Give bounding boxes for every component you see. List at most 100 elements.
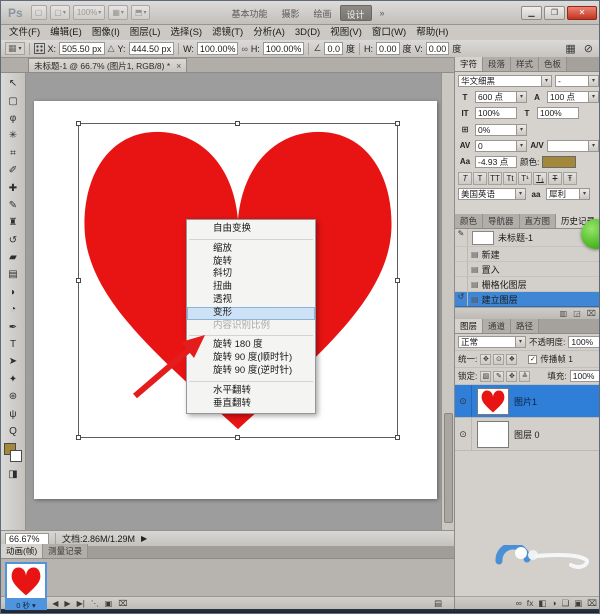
clone-stamp-tool[interactable]: ♜ — [4, 214, 23, 231]
panel-tab[interactable]: 测量记录 — [43, 544, 88, 558]
canvas-scrollbar[interactable] — [441, 73, 454, 530]
delete-state-icon[interactable]: ⌧ — [587, 309, 596, 318]
link-layers-icon[interactable]: ∞ — [516, 598, 522, 608]
context-menu-item[interactable]: 变形 — [187, 307, 315, 320]
context-menu-item[interactable]: 斜切 — [187, 268, 315, 281]
history-state-row[interactable]: ▤ 栅格化图层 — [455, 277, 600, 292]
propagate-checkbox[interactable]: ✓ — [528, 355, 537, 364]
leading-field[interactable]: 100 点 — [547, 91, 589, 103]
layer-row[interactable]: ⊙ 图层 0 — [455, 418, 600, 451]
visibility-eye-icon[interactable]: ⊙ — [455, 418, 472, 450]
history-brush-source-icon[interactable] — [455, 277, 468, 291]
underline-button[interactable]: T — [548, 172, 562, 185]
panel-tab[interactable]: 导航器 — [483, 214, 520, 228]
animation-frame-thumbnail[interactable] — [5, 562, 47, 600]
tsume-field[interactable]: 0% — [475, 124, 517, 136]
panel-tab[interactable]: 图层 — [455, 319, 483, 333]
font-style-select[interactable]: - — [555, 75, 589, 87]
convert-to-timeline-icon[interactable]: ▤ — [434, 598, 442, 609]
app-bar-button[interactable]: ▢▾ — [50, 5, 70, 20]
tracking-field[interactable]: 0 — [475, 140, 517, 152]
quick-selection-tool[interactable]: ✳ — [4, 127, 23, 144]
chevron-down-icon[interactable]: ▾ — [589, 91, 599, 103]
all-caps-button[interactable]: TT — [488, 172, 502, 185]
vskew-field[interactable]: 0.00 — [426, 42, 450, 55]
menu-item[interactable]: 图像(I) — [87, 25, 125, 40]
adjustment-layer-icon[interactable]: ◑ — [551, 598, 556, 608]
app-bar-button[interactable]: ⬒▾ — [131, 5, 151, 20]
next-frame-button[interactable]: ▶| — [75, 599, 87, 608]
marquee-tool[interactable]: ▢ — [4, 92, 23, 109]
relative-position-icon[interactable]: △ — [108, 43, 115, 54]
transform-handle[interactable] — [76, 121, 81, 126]
superscript-button[interactable]: T¹ — [518, 172, 532, 185]
width-field[interactable]: 100.00% — [197, 42, 239, 55]
close-button[interactable]: ✕ — [567, 6, 597, 20]
3d-rotate-tool[interactable]: ⊛ — [4, 388, 23, 405]
zoom-level-field[interactable]: 66.67% — [5, 533, 49, 545]
menu-item[interactable]: 分析(A) — [248, 25, 290, 40]
context-menu-item[interactable]: 旋转 — [187, 256, 315, 269]
close-document-icon[interactable]: × — [176, 61, 181, 71]
panel-tab[interactable]: 样式 — [511, 57, 539, 71]
chevron-down-icon[interactable]: ▾ — [517, 91, 527, 103]
faux-italic-button[interactable]: T — [473, 172, 487, 185]
app-bar-button[interactable]: 100%▾ — [73, 5, 105, 20]
app-bar-button[interactable]: ▦▾ — [108, 5, 128, 20]
history-state-row[interactable]: ▤ 新建 — [455, 247, 600, 262]
crop-tool[interactable]: ⌗ — [4, 145, 23, 162]
app-bar-button[interactable]: ▢ — [31, 5, 48, 20]
restore-button[interactable]: ❐ — [544, 6, 565, 20]
new-group-icon[interactable]: ❏ — [562, 598, 570, 609]
new-snapshot-icon[interactable]: ◲ — [573, 309, 581, 318]
lock-image-icon[interactable]: ✎ — [493, 371, 504, 382]
move-tool[interactable]: ↖ — [4, 75, 23, 92]
unify-visibility-icon[interactable]: ⊙ — [493, 354, 504, 365]
panel-tab[interactable]: 直方图 — [520, 214, 557, 228]
zoom-tool[interactable]: Q — [4, 423, 23, 440]
layer-style-icon[interactable]: fx — [527, 598, 534, 608]
context-menu-item[interactable]: 缩放 — [187, 243, 315, 256]
frame-delay-select[interactable]: 0 秒 ▾ — [5, 600, 47, 610]
play-button[interactable]: ▶ — [62, 599, 72, 608]
workspace-button[interactable]: 设计 — [340, 5, 372, 21]
unify-position-icon[interactable]: ✥ — [480, 354, 491, 365]
lasso-tool[interactable]: φ — [4, 110, 23, 127]
menu-item[interactable]: 文件(F) — [4, 25, 45, 40]
pen-tool[interactable]: ✒ — [4, 318, 23, 335]
healing-brush-tool[interactable]: ✚ — [4, 179, 23, 196]
font-size-field[interactable]: 600 点 — [475, 91, 517, 103]
history-brush-source-icon[interactable]: ✎ — [455, 229, 468, 246]
opacity-field[interactable]: 100% — [568, 336, 600, 348]
panel-tab[interactable]: 通道 — [483, 319, 511, 333]
delete-frame-button[interactable]: ⌧ — [116, 599, 129, 608]
type-tool[interactable]: T — [4, 336, 23, 353]
chevron-down-icon[interactable]: ▾ — [589, 140, 599, 152]
new-document-from-state-icon[interactable]: ▥ — [560, 309, 568, 318]
history-state-row[interactable]: ▤ 置入 — [455, 262, 600, 277]
add-mask-icon[interactable]: ◧ — [538, 598, 546, 609]
blur-tool[interactable]: ◗ — [4, 284, 23, 301]
menu-item[interactable]: 图层(L) — [125, 25, 166, 40]
menu-item[interactable]: 窗口(W) — [367, 25, 411, 40]
x-position-field[interactable]: 505.50 px — [59, 42, 105, 55]
chevron-down-icon[interactable]: ▾ — [517, 124, 527, 136]
dodge-tool[interactable]: ◔ — [4, 301, 23, 318]
menu-item[interactable]: 滤镜(T) — [207, 25, 248, 40]
kerning-field[interactable] — [547, 140, 589, 152]
prev-frame-button[interactable]: ◀ — [50, 599, 60, 608]
history-state-row[interactable]: ↺ ▤ 建立图层 — [455, 292, 600, 307]
scrollbar-thumb[interactable] — [444, 413, 453, 523]
transform-handle[interactable] — [76, 278, 81, 283]
language-select[interactable]: 美国英语 — [458, 188, 516, 200]
warp-mode-toggle-icon[interactable]: ▦ — [565, 42, 575, 55]
transform-handle[interactable] — [395, 278, 400, 283]
panel-tab[interactable]: 动画(帧) — [1, 544, 43, 558]
y-position-field[interactable]: 444.50 px — [129, 42, 175, 55]
workspace-overflow-icon[interactable]: » — [377, 8, 388, 18]
eyedropper-tool[interactable]: ✐ — [4, 162, 23, 179]
font-family-select[interactable]: 华文细黑 — [458, 75, 542, 87]
height-field[interactable]: 100.00% — [263, 42, 305, 55]
layer-row-selected[interactable]: ⊙ 图片1 — [455, 385, 600, 418]
panel-tab[interactable]: 色板 — [539, 57, 567, 71]
